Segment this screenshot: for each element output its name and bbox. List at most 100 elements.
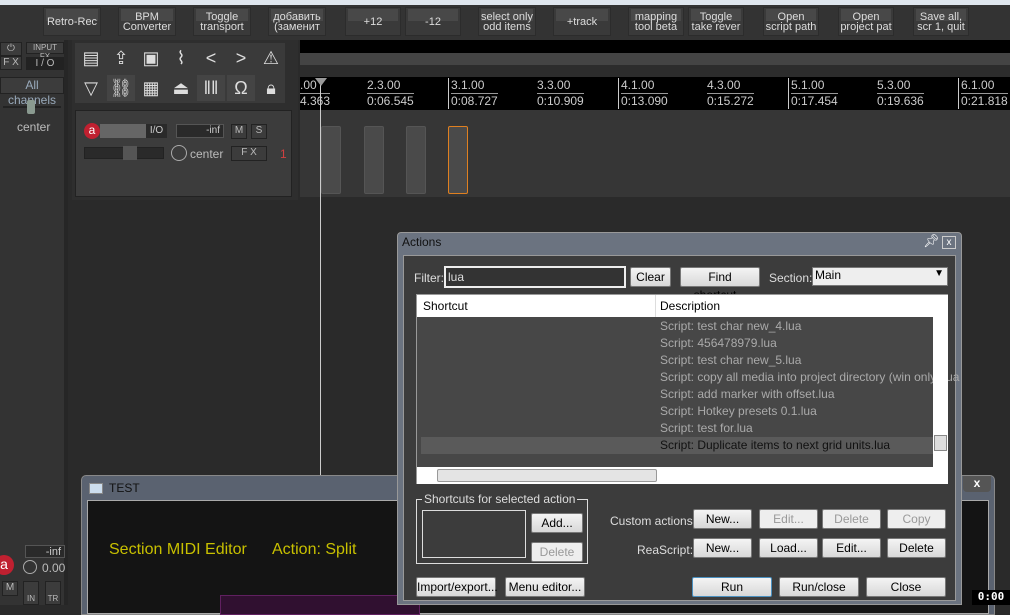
delete-shortcut-button[interactable]: Delete	[531, 542, 583, 562]
link-icon[interactable]: ⛓	[107, 75, 135, 101]
filter-input[interactable]	[444, 266, 626, 288]
reascript-new-button[interactable]: New...	[693, 538, 752, 558]
list-row[interactable]: Script: test char new_4.lua	[660, 318, 801, 335]
pan-knob[interactable]	[171, 145, 187, 161]
grid-lines-icon[interactable]: ‖‖	[197, 75, 225, 101]
custom-copy-button[interactable]: Copy	[887, 509, 946, 529]
scroll-thumb[interactable]	[934, 435, 947, 451]
toolbar-button[interactable]: Open script path	[763, 7, 819, 36]
reascript-edit-button[interactable]: Edit...	[822, 538, 881, 558]
close-icon[interactable]: x	[942, 236, 956, 249]
pan-handle[interactable]	[27, 100, 35, 114]
playhead-marker[interactable]	[315, 78, 327, 86]
toolbar-button[interactable]: Toggle take rever	[688, 7, 744, 36]
master-volume: -inf	[25, 545, 65, 558]
actions-panel: Filter: Clear Find shortcut... Section: …	[403, 255, 959, 601]
fx-button[interactable]: F X	[0, 56, 22, 70]
media-item[interactable]	[364, 126, 384, 194]
group-label: Shortcuts for selected action	[422, 492, 578, 506]
scroll-thumb[interactable]	[437, 469, 657, 482]
toolbar-button[interactable]: Toggle transport	[193, 7, 251, 36]
record-arm-button[interactable]: a	[84, 123, 100, 139]
paperclip-icon[interactable]: ⌇	[167, 45, 195, 71]
toolbar-button[interactable]: Retro-Rec	[43, 7, 101, 36]
ripple-icon[interactable]: ⏏	[167, 75, 195, 101]
open-project-icon[interactable]: ⇪	[107, 45, 135, 71]
reascript-load-button[interactable]: Load...	[759, 538, 818, 558]
power-icon[interactable]: ⏻	[0, 42, 22, 56]
toolbar-button[interactable]: BPM Converter	[118, 7, 176, 36]
list-row[interactable]: Script: Hotkey presets 0.1.lua	[660, 403, 817, 420]
list-row[interactable]: Script: test char new_5.lua	[660, 352, 801, 369]
toolbar-button[interactable]: +12	[345, 7, 401, 36]
add-shortcut-button[interactable]: Add...	[531, 513, 583, 533]
record-arm-button[interactable]: a	[0, 555, 14, 575]
save-icon[interactable]: ▣	[137, 45, 165, 71]
channels-select[interactable]: All channels	[0, 77, 64, 107]
snap-magnet-icon[interactable]: Ω	[227, 75, 255, 101]
toolbar-button[interactable]: +track	[553, 7, 611, 36]
menu-editor-button[interactable]: Menu editor...	[505, 577, 585, 597]
track-number: 1	[280, 147, 287, 161]
volume-fader[interactable]	[84, 146, 164, 160]
envelope-icon[interactable]: ▽	[77, 75, 105, 101]
track-fx-button[interactable]: F X	[231, 146, 267, 161]
trim-button[interactable]: TR	[45, 581, 61, 605]
volume-knob[interactable]	[23, 560, 37, 574]
list-row[interactable]: Script: 456478979.lua	[660, 335, 777, 352]
input-button[interactable]: IN	[23, 581, 39, 605]
close-button[interactable]: Close	[866, 577, 946, 597]
media-item[interactable]	[321, 126, 341, 194]
io-button[interactable]: I / O	[26, 57, 64, 70]
input-fx-button[interactable]: INPUT FX	[26, 42, 64, 61]
mute-button[interactable]: M	[231, 124, 247, 139]
track-name-field[interactable]	[100, 124, 146, 138]
custom-new-button[interactable]: New...	[693, 509, 752, 529]
list-row[interactable]: Script: add marker with offset.lua	[660, 386, 835, 403]
custom-edit-button[interactable]: Edit...	[759, 509, 818, 529]
undo-icon[interactable]: <	[197, 45, 225, 71]
find-shortcut-button[interactable]: Find shortcut...	[680, 267, 760, 302]
solo-button[interactable]: S	[251, 124, 267, 139]
toolbar-button[interactable]: Open project pat	[838, 7, 894, 36]
clear-button[interactable]: Clear	[630, 267, 671, 287]
reascript-delete-button[interactable]: Delete	[887, 538, 946, 558]
toolbar-button[interactable]: Save all, scr 1, quit	[913, 7, 969, 36]
master-mixer-strip: ⏻ INPUT FX F X I / O All channels center…	[0, 40, 68, 605]
track-volume: -inf	[176, 124, 224, 138]
list-row[interactable]: Script: test for.lua	[660, 420, 753, 437]
mute-button[interactable]: M	[2, 581, 18, 596]
track-1[interactable]: a I/O -inf M S center F X 1	[75, 110, 292, 197]
column-shortcut[interactable]: Shortcut	[423, 299, 468, 313]
import-export-button[interactable]: Import/export...	[416, 577, 498, 597]
run-button[interactable]: Run	[692, 577, 772, 597]
lock-icon[interactable]: 🔒︎	[257, 75, 285, 101]
metronome-icon[interactable]: ⚠	[257, 45, 285, 71]
reascript-label: ReaScript:	[637, 543, 694, 557]
custom-delete-button[interactable]: Delete	[822, 509, 881, 529]
actions-list[interactable]: Shortcut Description Script: test char n…	[416, 294, 959, 484]
redo-icon[interactable]: >	[227, 45, 255, 71]
shortcut-list[interactable]	[422, 510, 526, 558]
toolbar-button[interactable]: добавить (заменит	[268, 7, 326, 36]
midi-note[interactable]	[220, 595, 420, 615]
section-select[interactable]: Main ▼	[812, 267, 948, 286]
column-description[interactable]: Description	[655, 295, 720, 317]
run-close-button[interactable]: Run/close	[779, 577, 859, 597]
close-button[interactable]: x	[963, 476, 991, 492]
ruler-mark: 4.3.00 0:15.272	[707, 78, 754, 108]
toolbar-button[interactable]: select only odd items	[478, 7, 536, 36]
track-io-button[interactable]: I/O	[146, 124, 167, 138]
list-row[interactable]: Script: copy all media into project dire…	[660, 369, 959, 386]
list-row-selected[interactable]: Script: Duplicate items to next grid uni…	[660, 437, 890, 454]
grid-icon[interactable]: ▦	[137, 75, 165, 101]
media-item-selected[interactable]	[448, 126, 468, 194]
vertical-scrollbar[interactable]	[933, 295, 948, 467]
new-project-icon[interactable]: ▤	[77, 45, 105, 71]
chevron-down-icon: ▼	[934, 268, 944, 279]
toolbar-button[interactable]: -12	[405, 7, 461, 36]
media-item[interactable]	[406, 126, 426, 194]
pin-icon[interactable]: 📌︎	[923, 233, 940, 249]
horizontal-scrollbar[interactable]	[417, 467, 948, 484]
toolbar-button[interactable]: mapping tool beta	[628, 7, 684, 36]
